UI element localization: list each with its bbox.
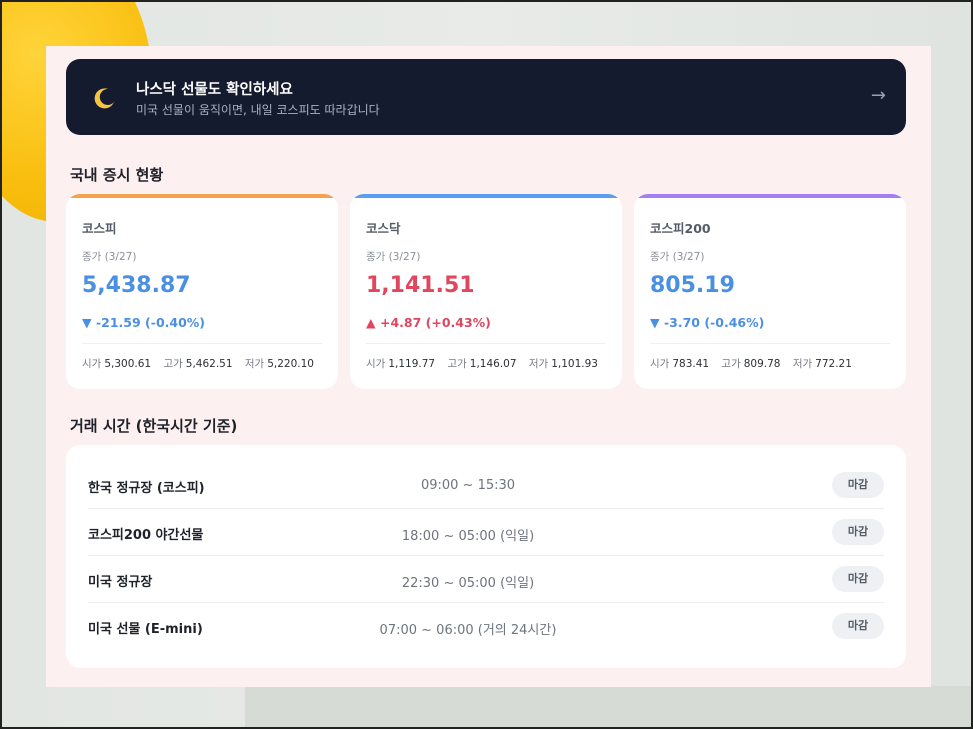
index-change: ▼ -3.70 (-0.46%) <box>650 315 765 330</box>
arrow-right-icon[interactable]: → <box>871 85 886 106</box>
main-panel: 나스닥 선물도 확인하세요 미국 선물이 움직이면, 내일 코스피도 따라갑니다… <box>46 46 931 687</box>
index-name: 코스닥 <box>366 221 401 236</box>
card-divider <box>82 343 322 344</box>
index-name: 코스피 <box>82 221 117 236</box>
trading-hours-list: 한국 정규장 (코스피) 09:00 ~ 15:30 마감 코스피200 야간선… <box>66 445 906 668</box>
low-value: 1,101.93 <box>551 358 598 370</box>
status-badge: 마감 <box>832 472 884 498</box>
close-date: 종가 (3/27) <box>650 251 705 263</box>
hours-section-title: 거래 시간 (한국시간 기준) <box>70 417 238 435</box>
open-label: 시가 <box>366 358 386 370</box>
status-badge: 마감 <box>832 519 884 545</box>
index-price: 5,438.87 <box>82 273 191 298</box>
list-item: 한국 정규장 (코스피) 09:00 ~ 15:30 마감 <box>88 462 884 509</box>
index-price: 805.19 <box>650 273 735 298</box>
moon-icon <box>92 85 118 111</box>
low-value: 772.21 <box>815 358 852 370</box>
list-item: 미국 선물 (E-mini) 07:00 ~ 06:00 (거의 24시간) 마… <box>88 603 884 650</box>
high-label: 고가 <box>721 358 741 370</box>
low-label: 저가 <box>528 358 549 370</box>
high-label: 고가 <box>163 358 183 370</box>
high-value: 5,462.51 <box>185 358 233 370</box>
session-time: 18:00 ~ 05:00 (익일) <box>401 529 535 544</box>
ohl-row: 시가 1,119.77 고가 1,146.07 저가 1,101.93 <box>366 356 607 371</box>
session-name: 코스피200 야간선물 <box>88 528 204 543</box>
open-label: 시가 <box>82 358 102 370</box>
status-badge: 마감 <box>832 566 884 592</box>
high-value: 1,146.07 <box>469 358 517 370</box>
app-window: 나스닥 선물도 확인하세요 미국 선물이 움직이면, 내일 코스피도 따라갑니다… <box>0 0 973 729</box>
index-price: 1,141.51 <box>366 273 475 298</box>
banner-subtitle: 미국 선물이 움직이면, 내일 코스피도 따라갑니다 <box>136 103 380 117</box>
session-name: 미국 정규장 <box>88 575 153 590</box>
close-date: 종가 (3/27) <box>82 251 137 263</box>
index-card-kospi200[interactable]: 코스피200 종가 (3/27) 805.19 ▼ -3.70 (-0.46%)… <box>634 194 906 389</box>
market-section-title: 국내 증시 현황 <box>70 166 164 184</box>
high-label: 고가 <box>447 358 467 370</box>
session-name: 한국 정규장 (코스피) <box>88 481 205 496</box>
index-card-kosdaq[interactable]: 코스닥 종가 (3/27) 1,141.51 ▲ +4.87 (+0.43%) … <box>350 194 622 389</box>
high-value: 809.78 <box>743 358 781 370</box>
open-value: 1,119.77 <box>388 358 436 370</box>
close-date: 종가 (3/27) <box>366 251 421 263</box>
session-time: 07:00 ~ 06:00 (거의 24시간) <box>379 623 557 638</box>
list-item: 미국 정규장 22:30 ~ 05:00 (익일) 마감 <box>88 556 884 603</box>
index-change: ▲ +4.87 (+0.43%) <box>366 315 491 330</box>
low-label: 저가 <box>244 358 265 370</box>
card-accent-bar <box>350 194 622 198</box>
nasdaq-futures-banner[interactable]: 나스닥 선물도 확인하세요 미국 선물이 움직이면, 내일 코스피도 따라갑니다… <box>66 59 906 135</box>
open-value: 5,300.61 <box>104 358 152 370</box>
background-shade <box>245 686 971 727</box>
card-divider <box>650 343 890 344</box>
ohl-row: 시가 783.41 고가 809.78 저가 772.21 <box>650 356 861 371</box>
index-change: ▼ -21.59 (-0.40%) <box>82 315 206 330</box>
open-value: 783.41 <box>672 358 710 370</box>
index-card-kospi[interactable]: 코스피 종가 (3/27) 5,438.87 ▼ -21.59 (-0.40%)… <box>66 194 338 389</box>
open-label: 시가 <box>650 358 670 370</box>
index-name: 코스피200 <box>650 221 711 236</box>
card-accent-bar <box>634 194 906 198</box>
low-label: 저가 <box>792 358 813 370</box>
session-time: 22:30 ~ 05:00 (익일) <box>401 576 535 591</box>
low-value: 5,220.10 <box>267 358 314 370</box>
banner-title: 나스닥 선물도 확인하세요 <box>136 82 293 98</box>
ohl-row: 시가 5,300.61 고가 5,462.51 저가 5,220.10 <box>82 356 323 371</box>
card-accent-bar <box>66 194 338 198</box>
status-badge: 마감 <box>832 613 884 639</box>
session-time: 09:00 ~ 15:30 <box>420 478 516 493</box>
card-divider <box>366 343 606 344</box>
list-item: 코스피200 야간선물 18:00 ~ 05:00 (익일) 마감 <box>88 509 884 556</box>
session-name: 미국 선물 (E-mini) <box>88 622 203 637</box>
